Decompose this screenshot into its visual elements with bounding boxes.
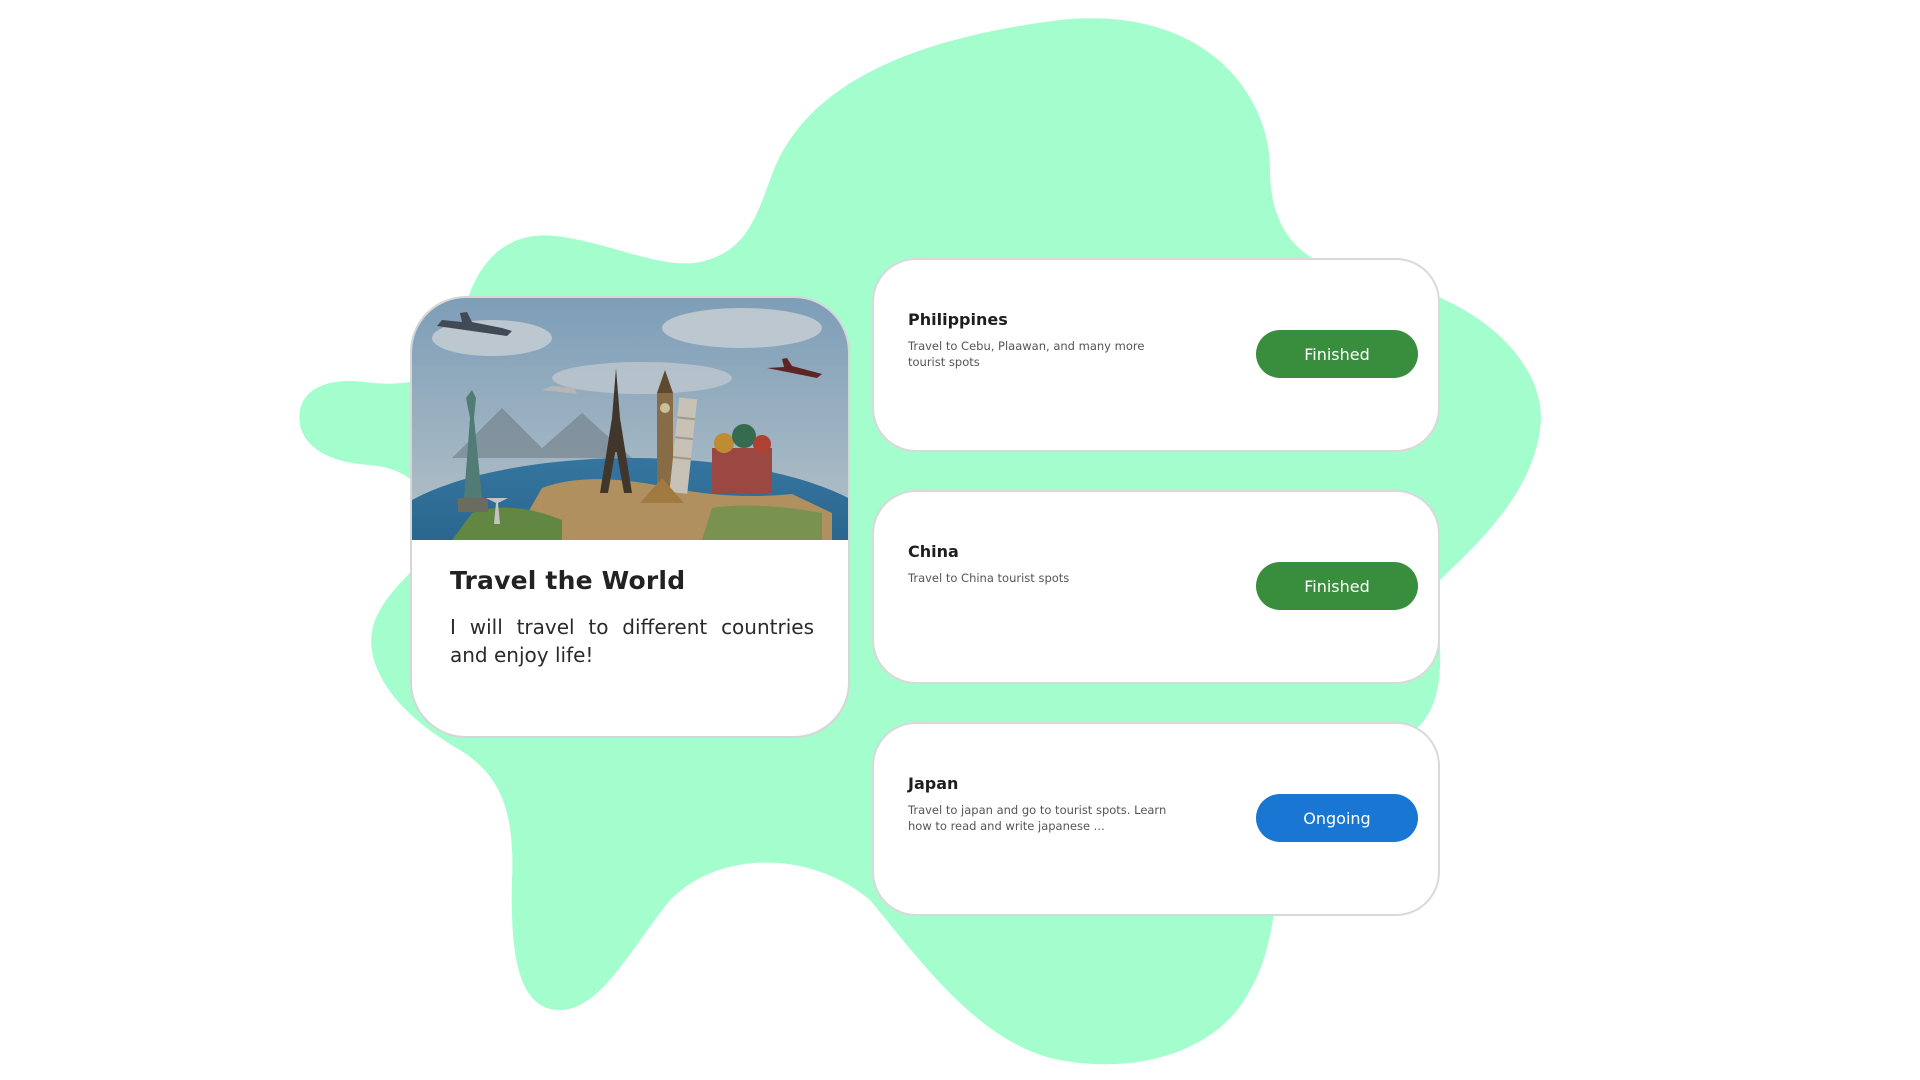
task-description: Travel to China tourist spots bbox=[908, 571, 1070, 585]
goal-card[interactable]: Travel the World I will travel to differ… bbox=[410, 296, 850, 738]
world-landmarks-image bbox=[412, 298, 848, 540]
task-title: Japan bbox=[908, 774, 959, 793]
task-description: Travel to Cebu, Plaawan, and many more t… bbox=[908, 339, 1145, 369]
task-card-philippines[interactable]: Philippines Travel to Cebu, Plaawan, and… bbox=[872, 258, 1440, 452]
task-title: Philippines bbox=[908, 310, 1008, 329]
task-card-japan[interactable]: Japan Travel to japan and go to tourist … bbox=[872, 722, 1440, 916]
task-card-china[interactable]: China Travel to China tourist spots Fini… bbox=[872, 490, 1440, 684]
status-button-finished[interactable]: Finished bbox=[1256, 562, 1418, 610]
task-title: China bbox=[908, 542, 959, 561]
app-canvas: Travel the World I will travel to differ… bbox=[0, 0, 1920, 1080]
status-button-finished[interactable]: Finished bbox=[1256, 330, 1418, 378]
task-description: Travel to japan and go to tourist spots.… bbox=[908, 803, 1167, 833]
goal-title: Travel the World bbox=[450, 566, 686, 595]
status-button-ongoing[interactable]: Ongoing bbox=[1256, 794, 1418, 842]
goal-card-body: Travel the World I will travel to differ… bbox=[450, 566, 814, 669]
goal-description: I will travel to different countries and… bbox=[450, 615, 814, 667]
